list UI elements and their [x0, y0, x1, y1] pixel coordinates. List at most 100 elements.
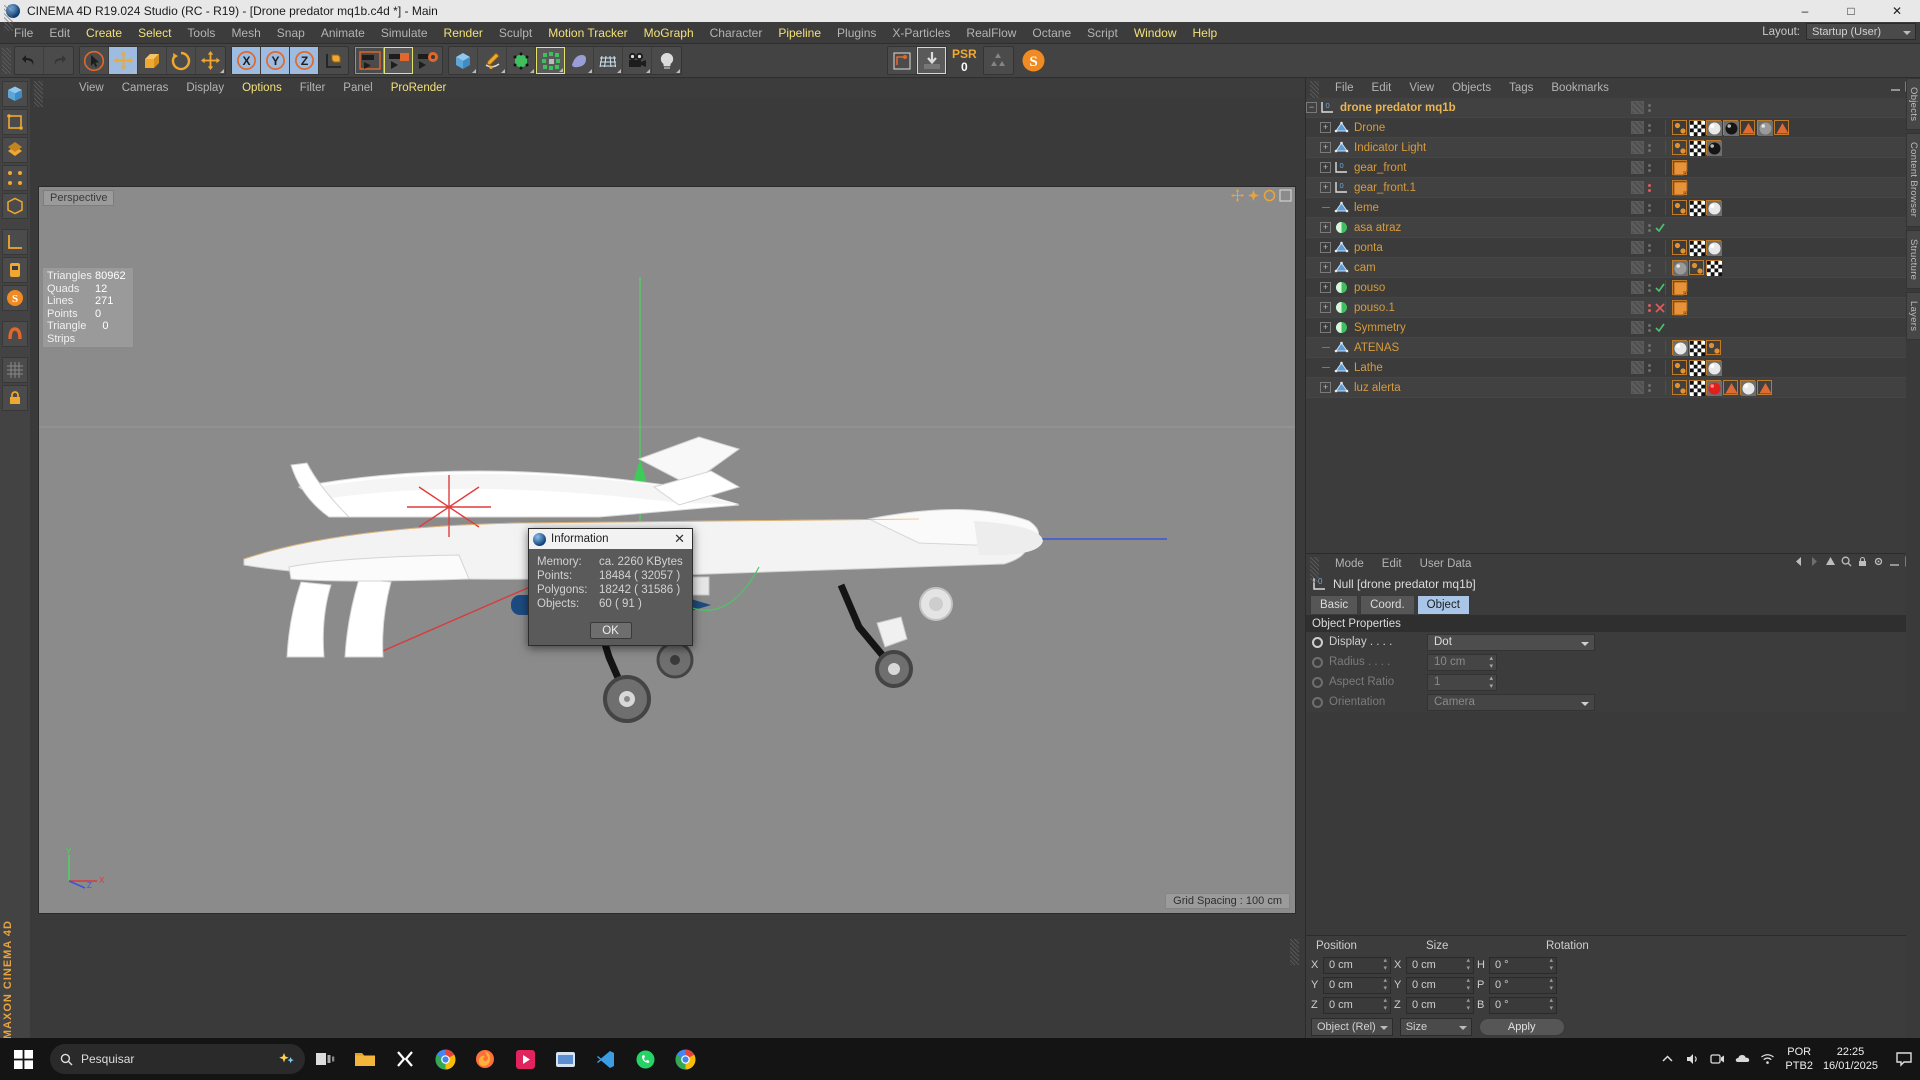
attribute-manager-grip[interactable] — [1310, 557, 1319, 583]
up-arrow-icon[interactable] — [1825, 556, 1836, 567]
substance-icon[interactable]: S — [1019, 47, 1048, 74]
tag-checker-icon[interactable] — [1689, 120, 1705, 136]
layer-swatch[interactable] — [1631, 201, 1644, 214]
menu-item-pipeline[interactable]: Pipeline — [770, 22, 829, 44]
lock-icon[interactable] — [1857, 556, 1868, 567]
panel-minimize-icon[interactable] — [1890, 81, 1901, 92]
transport-grip[interactable] — [4, 5, 13, 31]
rotate-tool-icon[interactable] — [167, 47, 196, 74]
viewport-move-icon[interactable] — [1231, 189, 1244, 202]
menu-item-mesh[interactable]: Mesh — [223, 22, 268, 44]
object-name[interactable]: asa atraz — [1354, 222, 1631, 234]
close-button[interactable]: ✕ — [1874, 0, 1920, 22]
vertical-tab-content-browser[interactable]: Content Browser — [1906, 133, 1920, 227]
tag-triangle-orange-icon[interactable] — [1740, 120, 1755, 135]
object-name[interactable]: Lathe — [1354, 362, 1631, 374]
am-menu-mode[interactable]: Mode — [1326, 554, 1373, 574]
property-toggle-radio[interactable] — [1312, 656, 1323, 668]
object-name[interactable]: Drone — [1354, 122, 1631, 134]
vscode-icon[interactable] — [585, 1038, 625, 1080]
tag-point-icon[interactable] — [1706, 340, 1721, 355]
property-value-field[interactable]: 1 — [1427, 673, 1497, 692]
layer-swatch[interactable] — [1631, 181, 1644, 194]
size-field[interactable]: 0 cm — [1406, 956, 1474, 974]
rotation-field[interactable]: 0 ° — [1489, 976, 1557, 994]
visibility-dots[interactable] — [1648, 383, 1651, 392]
model-mode-icon[interactable] — [2, 109, 28, 135]
teams-icon[interactable] — [545, 1038, 585, 1080]
property-value-field[interactable]: 10 cm — [1427, 653, 1497, 672]
gear-icon[interactable] — [1873, 556, 1884, 567]
layer-swatch[interactable] — [1631, 321, 1644, 334]
render-settings-icon[interactable] — [413, 47, 442, 74]
select-tool-icon[interactable] — [80, 47, 109, 74]
tag-note-icon[interactable] — [1672, 160, 1688, 176]
am-menu-user-data[interactable]: User Data — [1411, 554, 1481, 574]
language-indicator[interactable]: POR PTB2 — [1785, 1045, 1813, 1073]
layer-swatch[interactable] — [1631, 301, 1644, 314]
toolbar-grip[interactable] — [2, 47, 11, 74]
expand-icon[interactable]: + — [1320, 302, 1331, 313]
visibility-dots[interactable] — [1648, 103, 1651, 112]
start-button[interactable] — [0, 1038, 46, 1080]
object-row[interactable]: Lathe — [1306, 358, 1920, 378]
screen-record-icon[interactable] — [1710, 1052, 1725, 1066]
layout-dropdown[interactable]: Startup (User) — [1806, 23, 1916, 40]
tag-sphere-white-icon[interactable] — [1740, 380, 1756, 396]
redo-icon[interactable] — [44, 47, 73, 74]
menu-item-sculpt[interactable]: Sculpt — [491, 22, 540, 44]
chrome-icon[interactable] — [425, 1038, 465, 1080]
onedrive-icon[interactable] — [1735, 1052, 1750, 1066]
menu-item-mograph[interactable]: MoGraph — [636, 22, 702, 44]
coord-mode-dropdown[interactable]: Object (Rel) — [1311, 1018, 1393, 1036]
workplane-grid-icon[interactable] — [2, 357, 28, 383]
object-name[interactable]: leme — [1354, 202, 1631, 214]
layer-swatch[interactable] — [1631, 121, 1644, 134]
coord-size-dropdown[interactable]: Size — [1399, 1018, 1472, 1036]
vertical-tab-structure[interactable]: Structure — [1906, 229, 1920, 289]
rotation-field[interactable]: 0 ° — [1489, 956, 1557, 974]
visibility-dots[interactable] — [1648, 343, 1651, 352]
collapse-icon[interactable]: − — [1306, 102, 1317, 113]
tag-note-icon[interactable] — [1672, 280, 1688, 296]
viewport-menu-cameras[interactable]: Cameras — [113, 78, 178, 98]
tag-sphere-black-icon[interactable] — [1723, 120, 1739, 136]
om-menu-view[interactable]: View — [1400, 78, 1443, 98]
ok-button[interactable]: OK — [589, 622, 632, 639]
property-value-dropdown[interactable]: Camera — [1427, 693, 1595, 711]
menu-item-edit[interactable]: Edit — [41, 22, 78, 44]
object-row[interactable]: −0 drone predator mq1b — [1306, 98, 1920, 118]
taskbar-search-box[interactable]: Pesquisar — [50, 1044, 305, 1074]
tag-point-icon[interactable] — [1672, 140, 1687, 155]
expand-icon[interactable]: + — [1320, 282, 1331, 293]
tag-checker-icon[interactable] — [1706, 260, 1722, 276]
snap-settings-icon[interactable] — [917, 47, 946, 74]
expand-icon[interactable]: + — [1320, 262, 1331, 273]
object-row[interactable]: + Indicator Light — [1306, 138, 1920, 158]
viewport-maximize-icon[interactable] — [1279, 189, 1292, 202]
workplane-icon[interactable] — [2, 257, 28, 283]
render-view-icon[interactable] — [355, 47, 384, 74]
scale-tool-icon[interactable] — [138, 47, 167, 74]
visibility-dots[interactable] — [1648, 183, 1651, 192]
om-menu-bookmarks[interactable]: Bookmarks — [1542, 78, 1618, 98]
menu-item-help[interactable]: Help — [1185, 22, 1226, 44]
menu-item-script[interactable]: Script — [1079, 22, 1126, 44]
tag-note-icon[interactable] — [1672, 300, 1688, 316]
menu-item-select[interactable]: Select — [130, 22, 179, 44]
viewport-menu-options[interactable]: Options — [233, 78, 291, 98]
viewport-rotate-icon[interactable] — [1263, 189, 1276, 202]
visibility-dots[interactable] — [1648, 143, 1651, 152]
tag-sphere-gray-icon[interactable] — [1672, 260, 1688, 276]
tag-sphere-gray-icon[interactable] — [1757, 120, 1773, 136]
viewport-menu-filter[interactable]: Filter — [291, 78, 335, 98]
size-field[interactable]: 0 cm — [1406, 976, 1474, 994]
y-axis-lock-icon[interactable]: Y — [261, 47, 290, 74]
layer-swatch[interactable] — [1631, 361, 1644, 374]
back-arrow-icon[interactable] — [1793, 556, 1804, 567]
object-manager-tree[interactable]: −0 drone predator mq1b + Drone + Indicator Li… — [1306, 98, 1920, 553]
om-menu-edit[interactable]: Edit — [1363, 78, 1401, 98]
layer-swatch[interactable] — [1631, 141, 1644, 154]
object-row[interactable]: + pouso — [1306, 278, 1920, 298]
layer-swatch[interactable] — [1631, 101, 1644, 114]
